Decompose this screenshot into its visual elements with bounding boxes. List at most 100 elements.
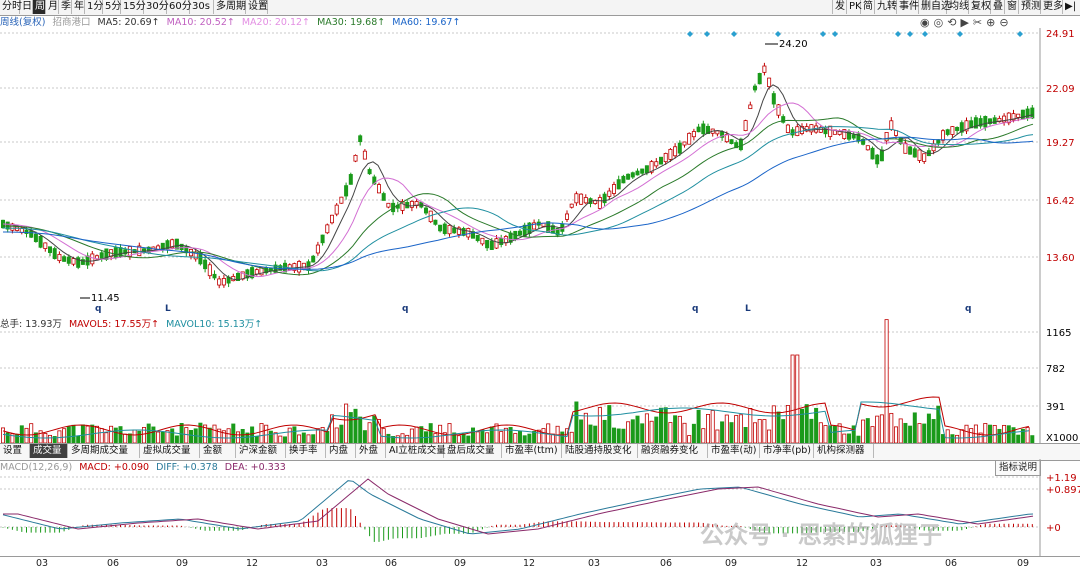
candle-body <box>494 238 499 249</box>
volume-bar <box>823 425 828 444</box>
stock-name: 招商港口 <box>52 17 91 28</box>
month-label: 03 <box>588 558 601 569</box>
candle-body <box>57 253 62 262</box>
volume-bar <box>339 424 344 444</box>
volume-bar <box>908 425 913 444</box>
candle-body <box>762 65 767 73</box>
tool-button-4[interactable]: 事件 <box>896 0 919 14</box>
tab-8[interactable]: 外盘 <box>356 444 386 458</box>
tab-10[interactable]: 盘后成交量 <box>444 444 502 458</box>
tool-button-2[interactable]: 简 <box>860 0 874 14</box>
volume-bar <box>358 416 363 444</box>
period-button-11[interactable]: 30s <box>190 0 214 14</box>
volume-axis-label: 391 <box>1046 402 1065 413</box>
tab-1[interactable]: 成交量 <box>30 444 68 458</box>
volume-bar <box>597 407 602 444</box>
volume-bar <box>710 410 715 444</box>
tab-3[interactable]: 虚拟成交量 <box>140 444 200 458</box>
volume-bar <box>668 422 673 444</box>
period-button-0[interactable]: 分时 <box>0 0 22 14</box>
tab-12[interactable]: 陆股通持股变化 <box>562 444 638 458</box>
volume-bar <box>612 427 617 444</box>
candle-body <box>630 172 635 178</box>
tab-6[interactable]: 换手率 <box>286 444 326 458</box>
tab-5[interactable]: 沪深金额 <box>236 444 286 458</box>
dividend-diamond-icon <box>1017 31 1023 37</box>
volume-bar <box>832 425 837 444</box>
tab-2[interactable]: 多周期成交量 <box>68 444 140 458</box>
volume-bar <box>879 414 884 444</box>
volume-bar <box>29 423 34 444</box>
volume-bar <box>997 428 1002 444</box>
period-button-4[interactable]: 季 <box>59 0 72 14</box>
candle-body <box>729 139 734 145</box>
volume-chart[interactable]: 1165782391X1000 <box>0 318 1080 444</box>
volume-bar <box>174 435 179 444</box>
tab-4[interactable]: 金额 <box>200 444 236 458</box>
period-button-12[interactable]: 多周期 <box>214 0 246 14</box>
tool-button-8[interactable]: 叠 <box>990 0 1004 14</box>
candle-body <box>71 258 76 265</box>
tab-0[interactable]: 设置 <box>0 444 30 458</box>
candle-body <box>66 256 71 264</box>
candle-body <box>983 116 988 128</box>
period-button-6[interactable]: 1分 <box>85 0 103 14</box>
dividend-diamond-icon <box>731 31 737 37</box>
candle-body <box>433 219 438 225</box>
volume-bar <box>696 409 701 444</box>
tab-14[interactable]: 市盈率(动) <box>708 444 760 458</box>
period-button-1[interactable]: 日 <box>20 0 33 14</box>
volume-bar <box>804 404 809 444</box>
candle-body <box>518 230 523 236</box>
candle-body <box>409 200 414 208</box>
candle-body <box>715 130 720 135</box>
candle-body <box>597 197 602 209</box>
tool-button-0[interactable]: 发 <box>832 0 846 14</box>
candle-body <box>348 174 353 185</box>
period-button-10[interactable]: 60分 <box>167 0 192 14</box>
volume-bar <box>649 420 654 444</box>
candlestick-chart[interactable]: 24.9122.0919.2716.4213.6024.2011.45q Lq q L… <box>0 28 1080 318</box>
volume-bar <box>306 434 311 444</box>
candle-body <box>701 123 706 135</box>
volume-bar <box>588 424 593 444</box>
candle-body <box>381 193 386 201</box>
tool-button-9[interactable]: 窗 <box>1004 0 1018 14</box>
tab-11[interactable]: 市盈率(ttm) <box>502 444 562 458</box>
candle-body <box>635 170 640 176</box>
candle-body <box>311 255 316 263</box>
nav-end-icon[interactable]: ▶| <box>1062 0 1080 14</box>
tool-button-10[interactable]: 预测 <box>1018 0 1041 14</box>
period-button-2[interactable]: 周 <box>33 0 46 14</box>
candle-body <box>579 193 584 205</box>
tab-13[interactable]: 融资融券变化 <box>638 444 708 458</box>
volume-bar <box>287 427 292 444</box>
candle-body <box>85 255 90 266</box>
tab-7[interactable]: 内盘 <box>326 444 356 458</box>
tool-button-5[interactable]: 删自选 <box>918 0 951 14</box>
period-button-8[interactable]: 15分 <box>121 0 146 14</box>
candle-body <box>113 247 118 258</box>
volume-bar <box>24 427 29 444</box>
tool-button-3[interactable]: 九转 <box>874 0 897 14</box>
tab-16[interactable]: 机构探测器 <box>814 444 874 458</box>
period-button-3[interactable]: 月 <box>46 0 59 14</box>
period-button-13[interactable]: 设置 <box>246 0 268 14</box>
volume-bar <box>691 423 696 444</box>
period-button-9[interactable]: 30分 <box>144 0 169 14</box>
tool-button-7[interactable]: 复权 <box>968 0 991 14</box>
tool-button-11[interactable]: 更多 <box>1040 0 1063 14</box>
candle-body <box>1020 109 1025 120</box>
volume-bar <box>250 426 255 444</box>
tab-15[interactable]: 市净率(pb) <box>760 444 814 458</box>
period-button-5[interactable]: 年 <box>72 0 85 14</box>
period-button-7[interactable]: 5分 <box>103 0 121 14</box>
volume-bar <box>959 429 964 444</box>
volume-bar <box>607 405 612 444</box>
volume-bar <box>334 427 339 444</box>
volume-bar <box>579 419 584 444</box>
volume-bar <box>118 426 123 444</box>
volume-bar <box>903 422 908 444</box>
tool-button-1[interactable]: PK <box>846 0 862 14</box>
tab-9[interactable]: AI立桩成交量 <box>386 444 446 458</box>
